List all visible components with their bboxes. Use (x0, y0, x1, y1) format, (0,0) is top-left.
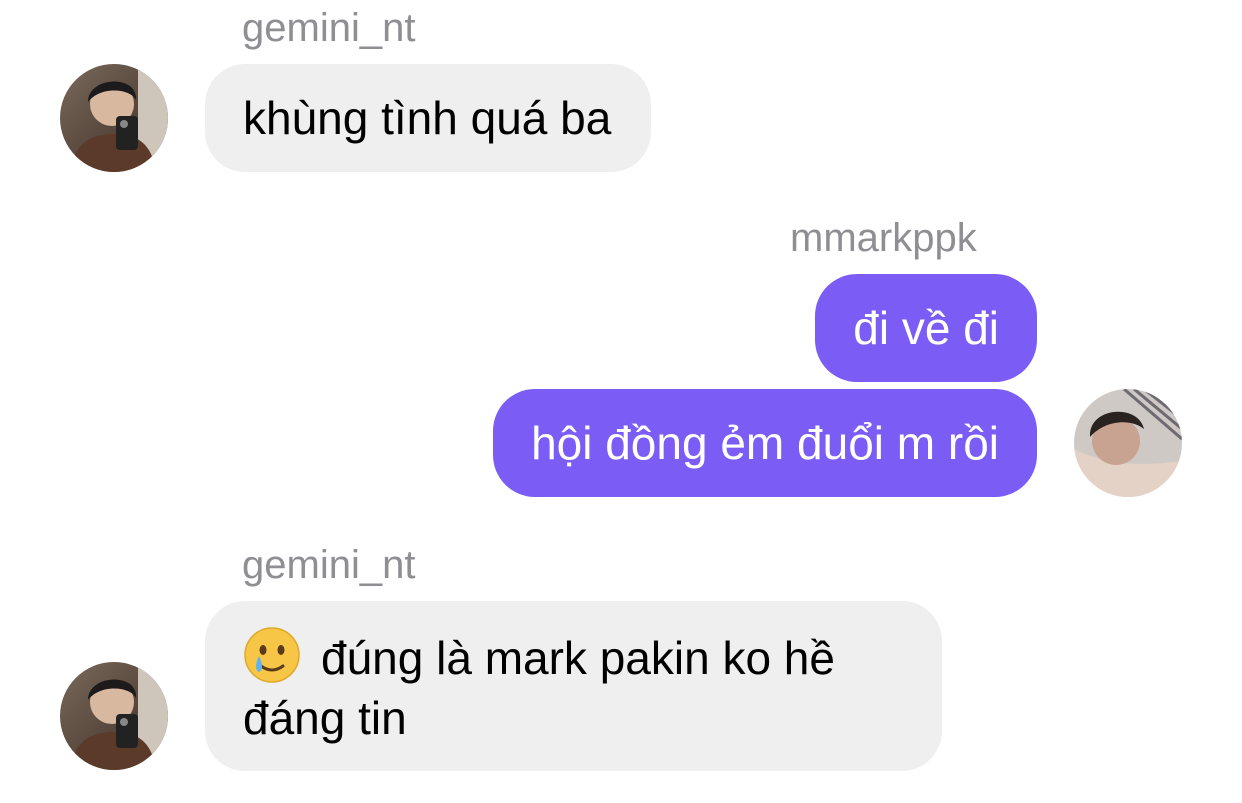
message-bubble[interactable]: đúng là mark pakin ko hề đáng tin (205, 601, 942, 771)
sender-name: gemini_nt (242, 543, 416, 587)
avatar[interactable] (1074, 389, 1182, 497)
message-text: hội đồng ẻm đuổi m rồi (531, 417, 999, 469)
message-text: khùng tình quá ba (243, 92, 612, 144)
chat-thread: gemini_nt khùng tình quá ba mmarkppk đi … (0, 0, 1242, 803)
avatar[interactable] (60, 64, 168, 172)
avatar[interactable] (60, 662, 168, 770)
message-bubble[interactable]: khùng tình quá ba (205, 64, 652, 172)
message-bubble[interactable]: hội đồng ẻm đuổi m rồi (493, 389, 1037, 497)
message-text: đúng là mark pakin ko hề đáng tin (243, 632, 835, 744)
message-bubble[interactable]: đi về đi (815, 274, 1037, 382)
sender-name: gemini_nt (242, 6, 416, 50)
crying-smile-emoji-icon (243, 626, 301, 684)
message-text: đi về đi (853, 302, 999, 354)
sender-name: mmarkppk (790, 216, 977, 260)
